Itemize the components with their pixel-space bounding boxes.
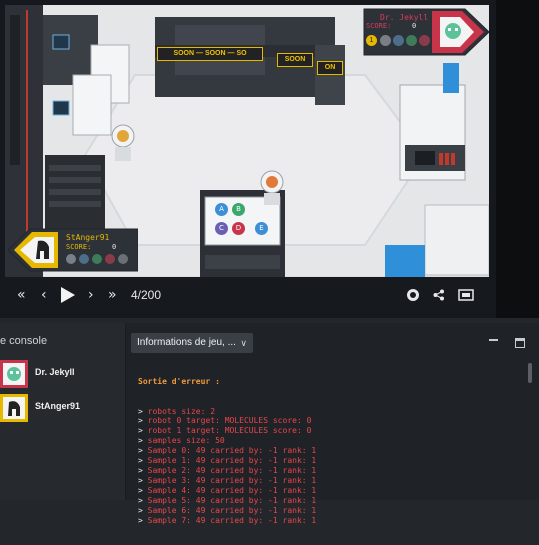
prompt-marker: > [138, 426, 148, 436]
soon-sign: SOON [277, 53, 313, 67]
rewind-icon[interactable]: « [17, 277, 26, 313]
player-name: StAnger91 [35, 401, 81, 411]
error-output-line: > Sample 5: 49 carried by: -1 rank: 1 [138, 496, 316, 506]
error-output-line: > Sample 4: 49 carried by: -1 rank: 1 [138, 486, 316, 496]
hud-player-name: Dr. Jekyll [380, 13, 429, 22]
dropdown-label: Informations de jeu, ... [137, 337, 236, 348]
on-sign: ON [317, 61, 343, 75]
hud-sample-count: 1 [366, 35, 377, 46]
hud-molecule-slot [380, 35, 391, 46]
line-text: Sample 3: 49 carried by: -1 rank: 1 [147, 475, 317, 485]
line-text: robots size: 2 [147, 406, 216, 416]
error-output-line: > samples size: 50 [138, 436, 316, 446]
play-icon[interactable] [61, 287, 75, 303]
hud-molecule-slot [406, 35, 417, 46]
error-output: Sortie d'erreur : > robots size: 2 > robo… [138, 357, 316, 545]
prompt-marker: > [138, 515, 148, 525]
game-player: SOON — SOON — SO SOON ON Dr. Jekyll SCOR… [0, 0, 539, 318]
line-text: Sample 2: 49 carried by: -1 rank: 1 [147, 465, 317, 475]
maximize-button[interactable] [515, 338, 525, 348]
error-output-line: > Sample 7: 49 carried by: -1 rank: 1 [138, 516, 316, 526]
molecule-d: D [232, 222, 245, 235]
hud-score-value: 0 [412, 22, 417, 30]
hud-score-label: SCORE: [66, 243, 92, 251]
error-output-line: > Sample 2: 49 carried by: -1 rank: 1 [138, 466, 316, 476]
hud-molecule-slot [66, 254, 76, 264]
playback-controls: « ‹ › » 4/200 [0, 277, 496, 313]
prompt-marker: > [138, 446, 148, 456]
player-avatar [0, 360, 28, 388]
hud-molecule-slot [393, 35, 404, 46]
player-avatar [0, 394, 28, 422]
line-text: Sample 4: 49 carried by: -1 rank: 1 [147, 485, 317, 495]
hud-player-bottom-left: StAnger91 SCORE: 0 [8, 227, 138, 273]
error-output-line: > robots size: 2 [138, 407, 316, 417]
prompt-marker: > [138, 475, 148, 485]
hud-score-label: SCORE: [366, 22, 392, 30]
prompt-marker: > [138, 416, 148, 426]
share-icon[interactable] [433, 289, 445, 301]
hud-score-value: 0 [112, 243, 117, 251]
hud-molecule-slot [79, 254, 89, 264]
error-output-header: Sortie d'erreur : [138, 376, 220, 386]
prompt-marker: > [138, 465, 148, 475]
gear-icon[interactable] [406, 288, 420, 302]
molecule-e: E [255, 222, 268, 235]
error-output-line: > Sample 3: 49 carried by: -1 rank: 1 [138, 476, 316, 486]
prompt-marker: > [138, 456, 148, 466]
console-player-row[interactable]: Dr. Jekyll [0, 360, 125, 388]
game-viewport[interactable]: SOON — SOON — SO SOON ON Dr. Jekyll SCOR… [5, 5, 489, 277]
prompt-marker: > [138, 406, 148, 416]
line-text: Sample 0: 49 carried by: -1 rank: 1 [147, 446, 317, 456]
error-output-line: > robot 1 target: MOLECULES score: 0 [138, 426, 316, 436]
hud-molecule-slot [419, 35, 430, 46]
hud-molecule-slot [118, 254, 128, 264]
line-text: robot 0 target: MOLECULES score: 0 [147, 416, 312, 426]
line-text: Sample 5: 49 carried by: -1 rank: 1 [147, 495, 317, 505]
error-output-line: > Sample 1: 49 carried by: -1 rank: 1 [138, 456, 316, 466]
line-text: robot 1 target: MOLECULES score: 0 [147, 426, 312, 436]
bottom-panels: e console Dr. Jekyll StAnger91 Informati… [0, 323, 539, 525]
prompt-marker: > [138, 485, 148, 495]
line-text: Sample 6: 49 carried by: -1 rank: 1 [147, 505, 317, 515]
hud-molecule-slot [92, 254, 102, 264]
hud-player-top-right: Dr. Jekyll SCORE: 0 1 [360, 7, 489, 57]
error-output-line: > robot 0 target: MOLECULES score: 0 [138, 416, 316, 426]
soon-sign-banner: SOON — SOON — SO [157, 47, 263, 61]
error-output-line: > Sample 0: 49 carried by: -1 rank: 1 [138, 446, 316, 456]
skip-end-icon[interactable]: » [108, 277, 117, 313]
fullscreen-icon[interactable] [458, 289, 474, 301]
line-text: Sample 7: 49 carried by: -1 rank: 1 [147, 515, 317, 525]
console-panel: e console Dr. Jekyll StAnger91 [0, 323, 126, 500]
output-panel: Informations de jeu, ... ∨ Sortie d'erre… [126, 323, 539, 525]
hud-molecule-slot [105, 254, 115, 264]
step-back-icon[interactable]: ‹ [41, 277, 47, 313]
molecule-a: A [215, 203, 228, 216]
prompt-marker: > [138, 505, 148, 515]
hud-player-name: StAnger91 [66, 233, 110, 242]
molecule-c: C [215, 222, 228, 235]
error-output-line: > Sample 6: 49 carried by: -1 rank: 1 [138, 506, 316, 516]
line-text: samples size: 50 [147, 436, 225, 446]
info-dropdown[interactable]: Informations de jeu, ... ∨ [131, 333, 253, 353]
step-forward-icon[interactable]: › [88, 277, 94, 313]
line-text: Sample 1: 49 carried by: -1 rank: 1 [147, 456, 317, 466]
frame-counter: 4/200 [131, 288, 162, 302]
chevron-down-icon: ∨ [240, 338, 247, 348]
player-name: Dr. Jekyll [35, 367, 75, 377]
prompt-marker: > [138, 495, 148, 505]
prompt-marker: > [138, 436, 148, 446]
console-player-row[interactable]: StAnger91 [0, 394, 125, 422]
console-title: e console [0, 335, 48, 347]
molecule-b: B [232, 203, 245, 216]
minimize-button[interactable] [489, 337, 498, 341]
scrollbar[interactable] [528, 363, 532, 383]
side-strip [496, 0, 539, 318]
